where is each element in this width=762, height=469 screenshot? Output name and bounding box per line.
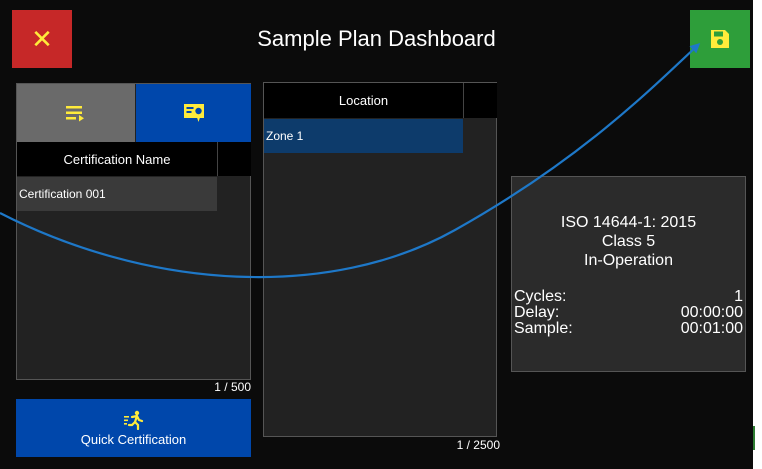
floppy-disk-save-icon bbox=[711, 30, 729, 48]
certification-count: 1 / 500 bbox=[214, 380, 251, 394]
tab-certification[interactable] bbox=[136, 84, 251, 142]
plan-info-panel: ISO 14644-1: 2015 Class 5 In-Operation C… bbox=[511, 176, 746, 372]
column-header-certification-name: Certification Name bbox=[17, 142, 217, 176]
standard-text: ISO 14644-1: 2015 bbox=[560, 214, 697, 231]
sample-value: 00:01:00 bbox=[680, 320, 743, 337]
page-title: Sample Plan Dashboard bbox=[257, 26, 496, 51]
list-item-selected[interactable]: Zone 1 bbox=[264, 119, 463, 153]
location-count: 1 / 2500 bbox=[456, 438, 500, 452]
title-bar: ✕ Sample Plan Dashboard bbox=[0, 0, 753, 82]
quick-certification-label: Quick Certification bbox=[80, 431, 187, 447]
outer-margin bbox=[753, 0, 762, 469]
certification-panel: Certification Name Certification 001 bbox=[16, 83, 251, 380]
cycles-value: 1 bbox=[734, 288, 743, 305]
edge-indicator bbox=[753, 426, 755, 450]
class-text: Class 5 bbox=[601, 233, 656, 250]
delay-value: 00:00:00 bbox=[680, 304, 743, 321]
list-item[interactable]: Certification 001 bbox=[17, 177, 217, 211]
state-text: In-Operation bbox=[584, 252, 673, 269]
running-person-icon bbox=[123, 410, 143, 430]
column-header-location: Location bbox=[264, 83, 463, 118]
app-screen: ✕ Sample Plan Dashboard Certification Na… bbox=[0, 0, 753, 469]
delay-label: Delay: bbox=[514, 304, 560, 321]
list-arrow-icon bbox=[66, 106, 84, 122]
save-button[interactable] bbox=[690, 10, 750, 68]
certificate-icon bbox=[183, 104, 204, 122]
cycles-label: Cycles: bbox=[514, 288, 567, 305]
location-panel: Location Zone 1 bbox=[263, 82, 497, 437]
sample-label: Sample: bbox=[514, 320, 573, 337]
column-header-spacer bbox=[463, 83, 497, 118]
quick-certification-button[interactable]: Quick Certification bbox=[16, 399, 251, 457]
column-header-spacer bbox=[217, 142, 251, 176]
tab-list-view[interactable] bbox=[17, 84, 135, 142]
